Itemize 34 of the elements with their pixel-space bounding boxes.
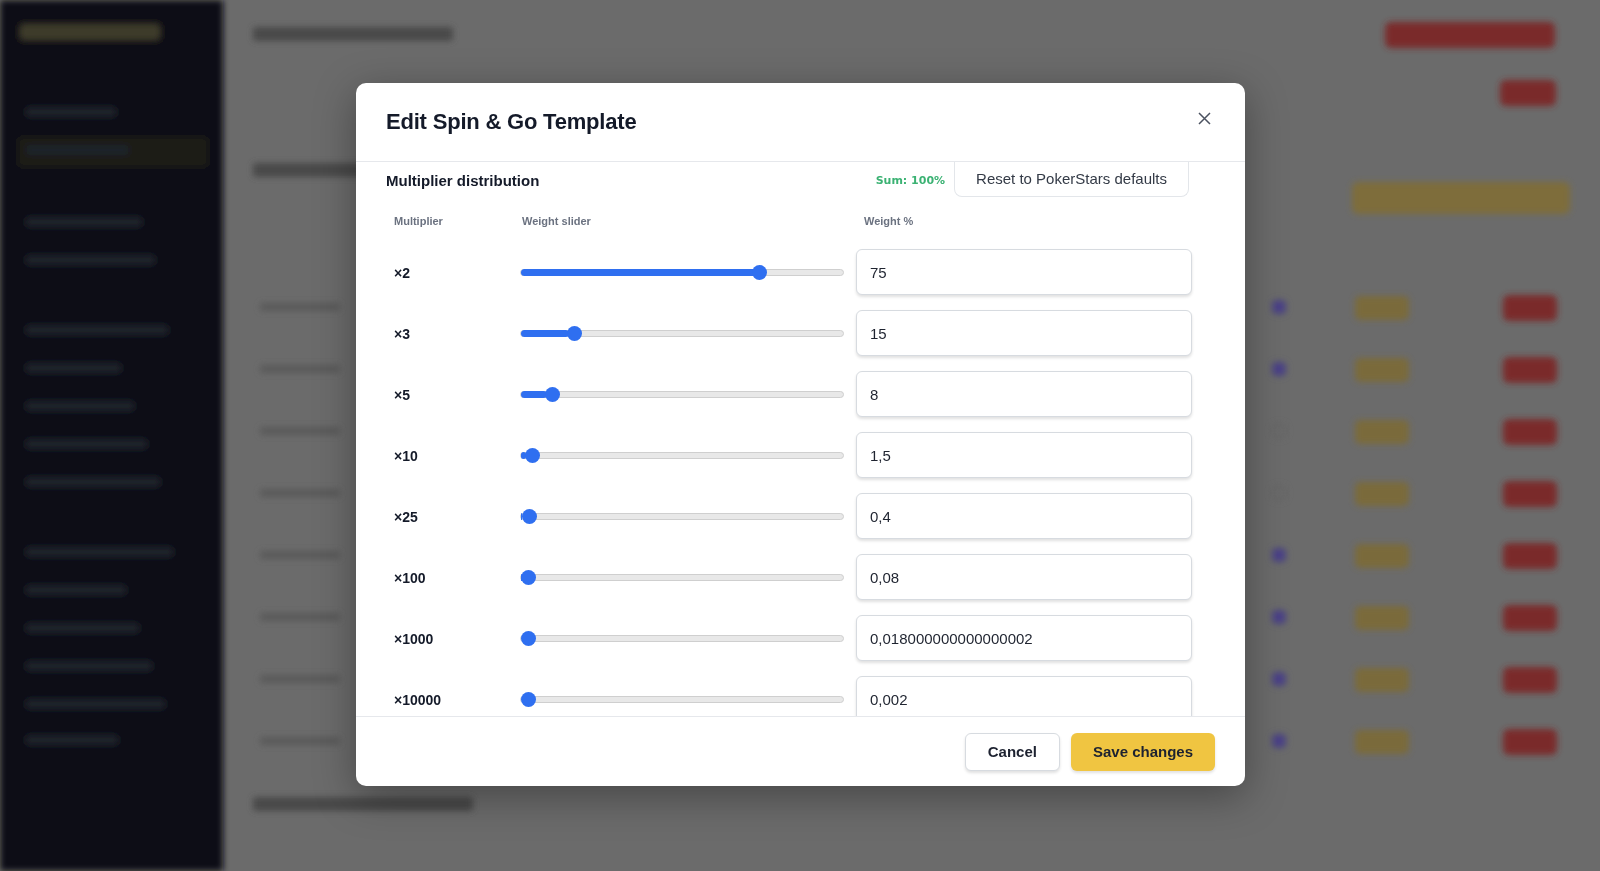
column-header: Multiplier — [393, 214, 444, 229]
multiplier-label: ×1000 — [393, 630, 435, 647]
close-icon — [1197, 111, 1211, 125]
multiplier-label: ×3 — [393, 325, 411, 342]
slider-thumb[interactable] — [520, 570, 536, 585]
slider-thumb[interactable] — [545, 387, 561, 402]
weight-input[interactable]: 0,002 — [856, 676, 1192, 716]
weight-input[interactable]: 1,5 — [856, 432, 1192, 478]
multiplier-label: ×25 — [393, 508, 419, 525]
multiplier-label: ×2 — [393, 264, 411, 281]
dialog-title: Edit Spin & Go Template — [386, 109, 637, 135]
column-header: Weight % — [863, 214, 915, 229]
multiplier-label: ×10000 — [393, 691, 443, 708]
save-button[interactable]: Save changes — [1070, 732, 1215, 771]
slider-thumb[interactable] — [520, 692, 536, 707]
slider-thumb[interactable] — [521, 509, 537, 524]
column-header: Weight slider — [521, 214, 592, 229]
cancel-button[interactable]: Cancel — [964, 732, 1060, 771]
reset-defaults-button[interactable]: Reset to PokerStars defaults — [954, 162, 1189, 197]
multiplier-label: ×10 — [393, 447, 419, 464]
weight-input[interactable]: 75 — [856, 249, 1192, 295]
slider-thumb[interactable] — [751, 265, 767, 280]
weight-input[interactable]: 0,4 — [856, 493, 1192, 539]
multiplier-label: ×5 — [393, 386, 411, 403]
slider-thumb[interactable] — [525, 448, 541, 463]
weight-input[interactable]: 0,018000000000000002 — [856, 615, 1192, 661]
weight-input[interactable]: 0,08 — [856, 554, 1192, 600]
multiplier-label: ×100 — [393, 569, 427, 586]
section-title: Multiplier distribution — [386, 171, 541, 189]
sum-status: Sum: 100% — [875, 173, 946, 187]
weight-input[interactable]: 8 — [856, 371, 1192, 417]
weight-input[interactable]: 15 — [856, 310, 1192, 356]
slider-thumb[interactable] — [520, 631, 536, 646]
slider-thumb[interactable] — [566, 326, 582, 341]
